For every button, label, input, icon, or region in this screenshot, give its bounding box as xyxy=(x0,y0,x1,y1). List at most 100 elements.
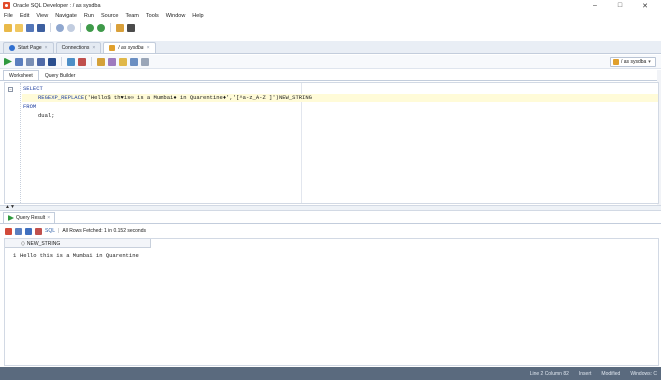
describe-icon[interactable] xyxy=(141,57,149,66)
run-script-icon[interactable] xyxy=(15,57,23,66)
to-upper-icon[interactable] xyxy=(108,57,116,66)
run-statement-icon[interactable] xyxy=(4,57,12,66)
menu-team[interactable]: Team xyxy=(125,13,138,19)
tab-query-builder[interactable]: Query Builder xyxy=(39,70,82,80)
toolbar-separator: | xyxy=(58,228,60,234)
function-arguments: ('Hello$ th♥is∞ is a Mumbai● in Quarenti… xyxy=(84,94,279,101)
export-icon[interactable] xyxy=(35,227,42,235)
menu-view[interactable]: View xyxy=(36,13,48,19)
close-tab-icon[interactable]: × xyxy=(47,215,50,221)
collapse-toggle-icon[interactable]: − xyxy=(8,87,13,92)
splitter-arrows-icon[interactable]: ▲▼ xyxy=(5,205,15,210)
os-indicator: Windows: C xyxy=(630,370,657,377)
sql-history-icon[interactable] xyxy=(130,57,138,66)
row-number: 1 xyxy=(13,252,17,259)
status-bar: Line 2 Column 82 Insert Modified Windows… xyxy=(0,367,661,380)
code-line-select: SELECT xyxy=(23,85,43,92)
menu-source[interactable]: Source xyxy=(101,13,118,19)
save-icon[interactable] xyxy=(26,23,34,32)
undo-icon[interactable] xyxy=(56,23,64,32)
code-line-from: FROM xyxy=(23,103,37,110)
pin-icon[interactable] xyxy=(5,227,12,235)
rollback-icon[interactable] xyxy=(78,57,86,66)
pane-splitter[interactable] xyxy=(0,205,661,211)
maximize-button[interactable]: □ xyxy=(609,0,631,11)
result-grid[interactable]: ⟨⟩ NEW_STRING 1 Hello this is a Mumbai i… xyxy=(4,238,659,366)
close-tab-icon[interactable]: × xyxy=(92,45,95,51)
new-file-icon[interactable] xyxy=(4,23,12,32)
run-result-icon xyxy=(8,215,14,221)
print-icon[interactable] xyxy=(15,227,22,235)
binoculars-icon[interactable] xyxy=(127,23,135,32)
connection-select[interactable]: / as sysdba ▾ xyxy=(610,57,656,67)
toolbar-separator xyxy=(91,57,92,66)
forward-icon[interactable] xyxy=(97,23,105,32)
cursor-position: Line 2 Column 82 xyxy=(529,370,569,377)
window-title: Oracle SQL Developer : / as sysdba xyxy=(13,2,101,9)
sql-tuning-icon[interactable] xyxy=(48,57,56,66)
close-tab-icon[interactable]: × xyxy=(45,45,48,51)
column-header-new-string[interactable]: ⟨⟩ NEW_STRING xyxy=(21,240,60,247)
menu-window[interactable]: Window xyxy=(166,13,186,19)
autotrace-icon[interactable] xyxy=(26,57,34,66)
menu-bar: File Edit View Navigate Run Source Team … xyxy=(0,11,661,21)
sql-editor[interactable]: − SELECT REGEXP_REPLACE('Hello$ th♥is∞ i… xyxy=(4,82,659,204)
menu-help[interactable]: Help xyxy=(192,13,203,19)
editor-subtabs: Worksheet Query Builder xyxy=(0,70,661,81)
code-line-expression: REGEXP_REPLACE('Hello$ th♥is∞ is a Mumba… xyxy=(23,94,312,102)
commit-icon[interactable] xyxy=(67,57,75,66)
minimize-button[interactable]: – xyxy=(584,0,606,11)
chevron-down-icon: ▾ xyxy=(648,59,651,65)
document-tab-bar: Start Page × Connections × / as sysdba × xyxy=(0,41,661,54)
save-all-icon[interactable] xyxy=(37,23,45,32)
migration-icon[interactable] xyxy=(116,23,124,32)
tab-start-page[interactable]: Start Page × xyxy=(3,42,54,53)
menu-tools[interactable]: Tools xyxy=(146,13,159,19)
tab-worksheet-connection[interactable]: / as sysdba × xyxy=(103,42,156,53)
title-bar: Oracle SQL Developer : / as sysdba xyxy=(0,0,661,11)
tab-connections[interactable]: Connections × xyxy=(55,42,102,53)
oracle-app-icon xyxy=(3,2,10,9)
open-folder-icon[interactable] xyxy=(15,23,23,32)
worksheet-toolbar xyxy=(0,55,661,69)
redo-icon[interactable] xyxy=(67,23,75,32)
toolbar-separator xyxy=(110,23,111,32)
refresh-icon[interactable] xyxy=(25,227,32,235)
close-tab-icon[interactable]: × xyxy=(147,45,150,51)
result-toolbar: SQL | All Rows Fetched: 1 in 0.152 secon… xyxy=(0,225,661,237)
tab-label: / as sysdba xyxy=(118,45,144,51)
menu-run[interactable]: Run xyxy=(84,13,94,19)
main-toolbar xyxy=(0,21,661,34)
clear-eraser-icon[interactable] xyxy=(119,57,127,66)
tab-label: Connections xyxy=(61,45,90,51)
connection-selected-value: / as sysdba xyxy=(621,59,647,65)
tab-label: Query Result xyxy=(16,215,46,221)
menu-navigate[interactable]: Navigate xyxy=(55,13,77,19)
help-icon xyxy=(9,45,15,51)
tab-query-result[interactable]: Query Result × xyxy=(3,212,56,223)
tab-worksheet[interactable]: Worksheet xyxy=(3,70,39,80)
menu-file[interactable]: File xyxy=(4,13,13,19)
editor-gutter: − xyxy=(5,83,21,203)
toolbar-separator xyxy=(61,57,62,66)
column-type-icon: ⟨⟩ xyxy=(21,240,25,247)
toolbar-separator xyxy=(80,23,81,32)
unshared-sql-icon[interactable] xyxy=(97,57,105,66)
result-cell[interactable]: Hello this is a Mumbai in Quarentine xyxy=(20,252,139,259)
column-alias: NEW_STRING xyxy=(278,94,312,101)
close-button[interactable]: ✕ xyxy=(634,0,656,11)
edit-mode: Insert xyxy=(578,370,592,377)
result-tab-bar: Query Result × xyxy=(0,212,661,224)
menu-edit[interactable]: Edit xyxy=(20,13,29,19)
tab-label: Start Page xyxy=(18,45,42,51)
back-icon[interactable] xyxy=(86,23,94,32)
column-header-label: NEW_STRING xyxy=(26,240,61,247)
function-name: REGEXP_REPLACE xyxy=(38,94,85,101)
fetch-status: All Rows Fetched: 1 in 0.152 seconds xyxy=(62,228,146,234)
toolbar-separator xyxy=(50,23,51,32)
explain-plan-icon[interactable] xyxy=(37,57,45,66)
sql-button[interactable]: SQL xyxy=(45,228,55,234)
document-state: Modified xyxy=(601,370,621,377)
connection-icon xyxy=(109,45,116,51)
connection-icon xyxy=(613,59,619,65)
